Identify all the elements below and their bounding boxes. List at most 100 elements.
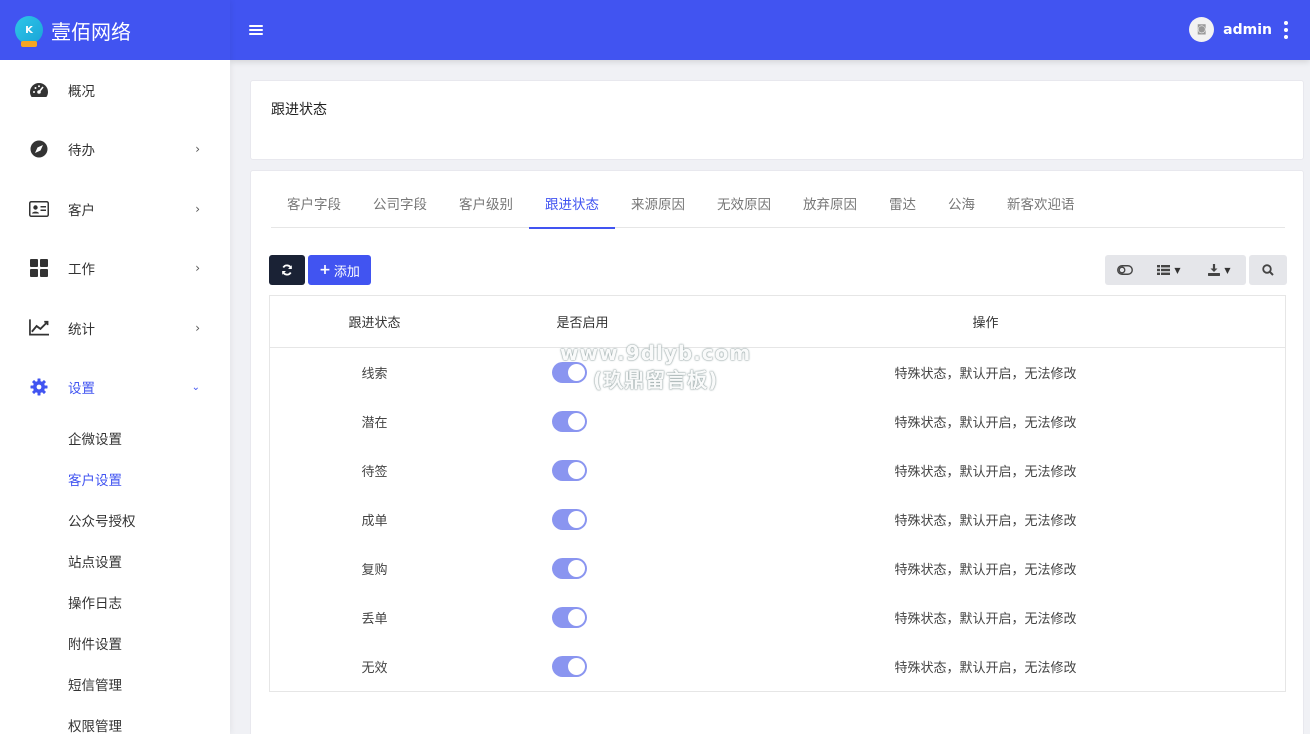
enabled-cell — [479, 362, 686, 383]
status-table: 跟进状态 是否启用 操作 线索 特殊状态，默认开启，无法修改 潜在 特殊状态，默… — [269, 295, 1286, 692]
settings-submenu: 企微设置 客户设置 公众号授权 站点设置 操作日志 附件设置 短信管理 权限管理 — [0, 417, 230, 734]
enabled-cell — [479, 607, 686, 628]
sidebar-subitem-wecom[interactable]: 企微设置 — [0, 417, 230, 458]
grid-icon — [29, 258, 49, 278]
sidebar-menu: 概况 待办 › 客户 › 工作 › 统计 › 设置 ⌄ 企微设置 客户设置 公众… — [0, 60, 230, 734]
table-row: 成单 特殊状态，默认开启，无法修改 — [270, 495, 1285, 544]
topbar: ◙ admin — [230, 0, 1310, 60]
tab-abandon-reason[interactable]: 放弃原因 — [787, 191, 873, 228]
download-icon — [1208, 264, 1221, 276]
chevron-right-icon: › — [195, 201, 200, 216]
plus-icon: + — [319, 262, 331, 278]
table-body: 线索 特殊状态，默认开启，无法修改 潜在 特殊状态，默认开启，无法修改 待签 特… — [270, 348, 1285, 691]
chart-line-icon — [29, 318, 49, 338]
sidebar-subitem-sms[interactable]: 短信管理 — [0, 663, 230, 704]
dashboard-icon — [29, 80, 49, 100]
status-cell: 线索 — [361, 367, 388, 382]
enabled-toggle[interactable] — [551, 460, 587, 481]
status-cell: 待签 — [361, 465, 388, 480]
search-icon — [1262, 264, 1274, 276]
enabled-cell — [479, 656, 686, 677]
column-header-action[interactable]: 操作 — [686, 312, 1285, 331]
sidebar-item-label: 客户 — [68, 202, 95, 219]
table-row: 复购 特殊状态，默认开启，无法修改 — [270, 544, 1285, 593]
table-row: 线索 特殊状态，默认开启，无法修改 — [270, 348, 1285, 397]
tab-company-fields[interactable]: 公司字段 — [357, 191, 443, 228]
status-cell: 潜在 — [361, 416, 388, 431]
sidebar-item-label: 工作 — [68, 262, 95, 279]
id-card-icon — [29, 199, 49, 219]
caret-down-icon: ▼ — [1224, 265, 1231, 275]
toggle-view-button[interactable] — [1105, 255, 1145, 285]
sidebar-item-settings[interactable]: 设置 ⌄ — [0, 358, 230, 418]
tab-invalid-reason[interactable]: 无效原因 — [701, 191, 787, 228]
add-button[interactable]: + 添加 — [308, 255, 371, 285]
hamburger-menu-icon[interactable] — [249, 25, 263, 35]
logo-bar: K 壹佰网络 — [0, 0, 230, 60]
refresh-icon — [282, 264, 292, 276]
sidebar-item-stats[interactable]: 统计 › — [0, 298, 230, 358]
list-icon — [1157, 265, 1171, 275]
sidebar-subitem-permissions[interactable]: 权限管理 — [0, 704, 230, 734]
brand-name: 壹佰网络 — [51, 19, 131, 44]
enabled-toggle[interactable] — [551, 656, 587, 677]
action-cell: 特殊状态，默认开启，无法修改 — [894, 465, 1077, 480]
table-row: 待签 特殊状态，默认开启，无法修改 — [270, 446, 1285, 495]
add-button-label: 添加 — [333, 264, 360, 280]
chevron-down-icon: ⌄ — [191, 381, 200, 393]
tab-customer-level[interactable]: 客户级别 — [443, 191, 529, 228]
brand-logo-icon: K — [15, 16, 43, 47]
enabled-toggle[interactable] — [551, 362, 587, 383]
page-title: 跟进状态 — [271, 102, 327, 118]
sidebar-item-label: 统计 — [68, 321, 95, 338]
more-vertical-icon[interactable] — [1284, 20, 1288, 39]
main-card: 客户字段 公司字段 客户级别 跟进状态 来源原因 无效原因 放弃原因 雷达 公海… — [250, 170, 1304, 734]
status-cell: 复购 — [361, 563, 388, 578]
tab-public-pool[interactable]: 公海 — [932, 191, 991, 228]
enabled-toggle[interactable] — [551, 558, 587, 579]
enabled-toggle[interactable] — [551, 607, 587, 628]
sidebar-subitem-site-settings[interactable]: 站点设置 — [0, 540, 230, 581]
table-header: 跟进状态 是否启用 操作 — [270, 296, 1285, 348]
gear-icon — [29, 377, 49, 397]
table-row: 潜在 特殊状态，默认开启，无法修改 — [270, 397, 1285, 446]
sidebar-item-overview[interactable]: 概况 — [0, 60, 230, 120]
tab-radar[interactable]: 雷达 — [873, 191, 932, 228]
action-cell: 特殊状态，默认开启，无法修改 — [894, 367, 1077, 382]
column-header-enabled[interactable]: 是否启用 — [479, 312, 686, 331]
sidebar-subitem-customer-settings[interactable]: 客户设置 — [0, 458, 230, 499]
sidebar-subitem-attachment[interactable]: 附件设置 — [0, 622, 230, 663]
compass-icon — [29, 139, 49, 159]
columns-button[interactable]: ▼ — [1145, 255, 1193, 285]
tab-source-reason[interactable]: 来源原因 — [615, 191, 701, 228]
enabled-cell — [479, 558, 686, 579]
action-cell: 特殊状态，默认开启，无法修改 — [894, 612, 1077, 627]
sidebar-item-todo[interactable]: 待办 › — [0, 120, 230, 180]
action-cell: 特殊状态，默认开启，无法修改 — [894, 416, 1077, 431]
enabled-cell — [479, 509, 686, 530]
search-button[interactable] — [1249, 255, 1287, 285]
action-cell: 特殊状态，默认开启，无法修改 — [894, 563, 1077, 578]
export-button[interactable]: ▼ — [1193, 255, 1246, 285]
enabled-toggle[interactable] — [551, 411, 587, 432]
caret-down-icon: ▼ — [1174, 265, 1181, 275]
refresh-button[interactable] — [269, 255, 305, 285]
avatar[interactable]: ◙ — [1189, 17, 1215, 42]
sidebar-item-customer[interactable]: 客户 › — [0, 179, 230, 239]
sidebar-subitem-official-account[interactable]: 公众号授权 — [0, 499, 230, 540]
tabs: 客户字段 公司字段 客户级别 跟进状态 来源原因 无效原因 放弃原因 雷达 公海… — [271, 191, 1285, 229]
tab-customer-fields[interactable]: 客户字段 — [271, 191, 357, 228]
status-cell: 丢单 — [361, 612, 388, 627]
user-menu[interactable]: ◙ admin — [1189, 17, 1288, 42]
column-header-status[interactable]: 跟进状态 — [270, 312, 479, 331]
sidebar-subitem-operation-log[interactable]: 操作日志 — [0, 581, 230, 622]
tab-follow-status[interactable]: 跟进状态 — [529, 191, 615, 229]
page-title-card: 跟进状态 — [250, 80, 1304, 160]
tab-welcome-message[interactable]: 新客欢迎语 — [991, 191, 1091, 228]
username[interactable]: admin — [1223, 22, 1272, 38]
sidebar-item-work[interactable]: 工作 › — [0, 239, 230, 299]
action-cell: 特殊状态，默认开启，无法修改 — [894, 661, 1077, 676]
toggle-view-icon — [1117, 265, 1133, 275]
enabled-toggle[interactable] — [551, 509, 587, 530]
status-cell: 无效 — [361, 661, 388, 676]
